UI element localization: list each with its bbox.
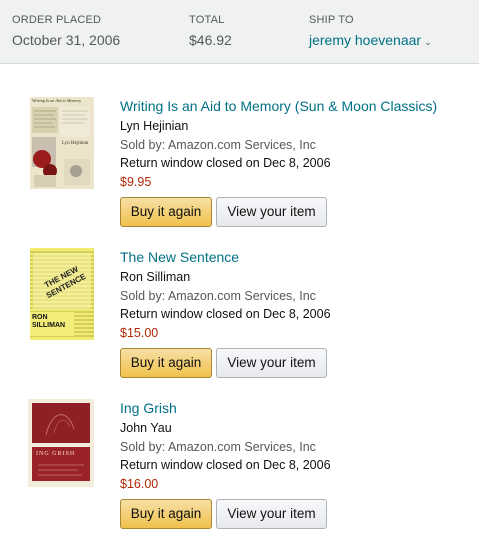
item-author: Ron Silliman bbox=[120, 270, 191, 284]
item-info: Writing Is an Aid to Memory (Sun & Moon … bbox=[120, 97, 479, 227]
item-author: Lyn Hejinian bbox=[120, 119, 189, 133]
item-return-window: Return window closed on Dec 8, 2006 bbox=[120, 307, 331, 321]
total-section: TOTAL $46.92 bbox=[189, 14, 232, 48]
buy-it-again-button[interactable]: Buy it again bbox=[120, 499, 212, 529]
item-price: $15.00 bbox=[120, 325, 159, 340]
item-seller: Sold by: Amazon.com Services, Inc bbox=[120, 137, 316, 152]
item-return-window: Return window closed on Dec 8, 2006 bbox=[120, 156, 331, 170]
buy-it-again-button[interactable]: Buy it again bbox=[120, 197, 212, 227]
cover-art-ing-grish bbox=[28, 399, 94, 487]
total-label: TOTAL bbox=[189, 14, 225, 26]
item-price: $9.95 bbox=[120, 174, 152, 189]
total-value: $46.92 bbox=[189, 32, 232, 48]
ship-to-dropdown[interactable]: jeremy hoevenaar ⌄ bbox=[309, 32, 432, 48]
order-placed-label: ORDER PLACED bbox=[12, 14, 102, 26]
order-item: THE NEW SENTENCE RON SILLIMAN The New Se… bbox=[0, 248, 479, 388]
item-title-link[interactable]: Writing Is an Aid to Memory (Sun & Moon … bbox=[120, 97, 479, 115]
cover-title-text: ING GRISH bbox=[36, 451, 76, 457]
ship-to-section: SHIP TO jeremy hoevenaar ⌄ bbox=[309, 14, 432, 48]
order-item: ING GRISH Ing Grish John Yau Sold by: Am… bbox=[0, 399, 479, 539]
view-your-item-button[interactable]: View your item bbox=[216, 348, 327, 378]
book-cover-image[interactable]: ING GRISH bbox=[28, 399, 94, 487]
item-title-link[interactable]: Ing Grish bbox=[120, 399, 479, 417]
ship-to-label: SHIP TO bbox=[309, 14, 354, 26]
order-placed-section: ORDER PLACED October 31, 2006 bbox=[12, 14, 120, 48]
chevron-down-icon: ⌄ bbox=[424, 37, 432, 47]
book-cover-image[interactable]: Writing Is an Aid to Memory Lyn Hejinian bbox=[30, 97, 94, 189]
item-seller: Sold by: Amazon.com Services, Inc bbox=[120, 288, 316, 303]
item-seller: Sold by: Amazon.com Services, Inc bbox=[120, 439, 316, 454]
cover-author-text: RON SILLIMAN bbox=[32, 314, 66, 329]
order-item: Writing Is an Aid to Memory Lyn Hejinian… bbox=[0, 97, 479, 237]
buy-it-again-button[interactable]: Buy it again bbox=[120, 348, 212, 378]
order-header: ORDER PLACED October 31, 2006 TOTAL $46.… bbox=[0, 0, 479, 64]
ship-to-name[interactable]: jeremy hoevenaar bbox=[309, 32, 421, 48]
view-your-item-button[interactable]: View your item bbox=[216, 197, 327, 227]
book-cover-image[interactable]: THE NEW SENTENCE RON SILLIMAN bbox=[30, 248, 94, 340]
item-info: The New Sentence Ron Silliman Sold by: A… bbox=[120, 248, 479, 378]
cover-author-text: Lyn Hejinian bbox=[62, 141, 89, 146]
view-your-item-button[interactable]: View your item bbox=[216, 499, 327, 529]
item-info: Ing Grish John Yau Sold by: Amazon.com S… bbox=[120, 399, 479, 529]
item-title-link[interactable]: The New Sentence bbox=[120, 248, 479, 266]
cover-title-text: Writing Is an Aid to Memory bbox=[32, 98, 82, 103]
order-placed-date: October 31, 2006 bbox=[12, 32, 121, 48]
item-return-window: Return window closed on Dec 8, 2006 bbox=[120, 458, 331, 472]
item-author: John Yau bbox=[120, 421, 172, 435]
item-price: $16.00 bbox=[120, 476, 159, 491]
